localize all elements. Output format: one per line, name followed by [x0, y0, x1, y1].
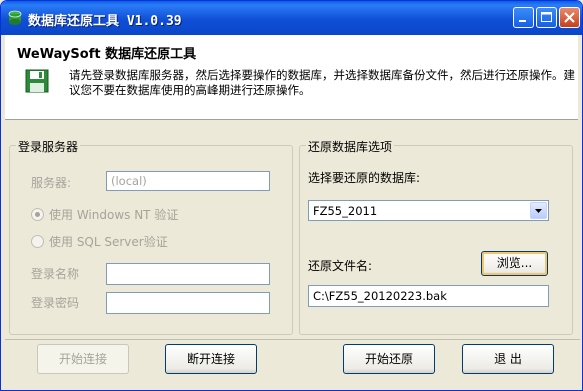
filename-label: 还原文件名:	[308, 259, 373, 273]
password-field[interactable]	[106, 292, 270, 314]
dropdown-arrow-icon	[535, 209, 542, 213]
sql-auth-radio[interactable]	[31, 235, 44, 248]
server-label: 服务器:	[31, 176, 72, 190]
main-window: 数据库还原工具 V1.0.39 WeWaySoft 数据库还原工具 请先登录数据…	[0, 0, 583, 391]
database-select-value: FZ55_2011	[313, 204, 378, 218]
select-db-label: 选择要还原的数据库:	[308, 171, 421, 185]
windows-auth-label: 使用 Windows NT 验证	[49, 208, 179, 222]
sql-auth-label: 使用 SQL Server验证	[49, 235, 168, 249]
disconnect-button[interactable]: 断开连接	[165, 344, 257, 374]
bottom-separator	[5, 339, 580, 340]
app-icon	[8, 10, 22, 25]
password-label: 登录密码	[31, 296, 80, 310]
connect-button[interactable]: 开始连接	[37, 344, 129, 374]
close-icon	[564, 12, 575, 23]
maximize-button[interactable]	[536, 7, 557, 28]
window-title: 数据库还原工具 V1.0.39	[28, 14, 182, 29]
windows-auth-radio[interactable]	[31, 208, 44, 221]
start-restore-button[interactable]: 开始还原	[343, 344, 435, 374]
login-group-legend: 登录服务器	[16, 138, 81, 155]
title-bar[interactable]: 数据库还原工具 V1.0.39	[1, 1, 582, 35]
minimize-button[interactable]	[513, 7, 534, 28]
header-panel: WeWaySoft 数据库还原工具 请先登录数据库服务器，然后选择要操作的数据库…	[5, 35, 578, 120]
floppy-disk-icon	[25, 69, 49, 93]
maximize-icon	[541, 12, 552, 22]
header-description: 请先登录数据库服务器，然后选择要操作的数据库，并选择数据库备份文件，然后进行还原…	[69, 68, 575, 97]
browse-button[interactable]: 浏览...	[481, 251, 548, 276]
username-field[interactable]	[106, 263, 270, 285]
header-title: WeWaySoft 数据库还原工具	[17, 47, 197, 62]
database-select[interactable]: FZ55_2011	[308, 200, 549, 221]
dropdown-button[interactable]	[530, 202, 547, 219]
username-label: 登录名称	[31, 267, 80, 281]
server-field[interactable]: (local)	[106, 171, 270, 191]
exit-button[interactable]: 退 出	[462, 344, 554, 374]
close-button[interactable]	[559, 7, 580, 28]
restore-group-legend: 还原数据库选项	[306, 138, 395, 155]
restore-filename-field[interactable]: C:\FZ55_20120223.bak	[308, 285, 549, 307]
minimize-icon	[519, 20, 526, 22]
